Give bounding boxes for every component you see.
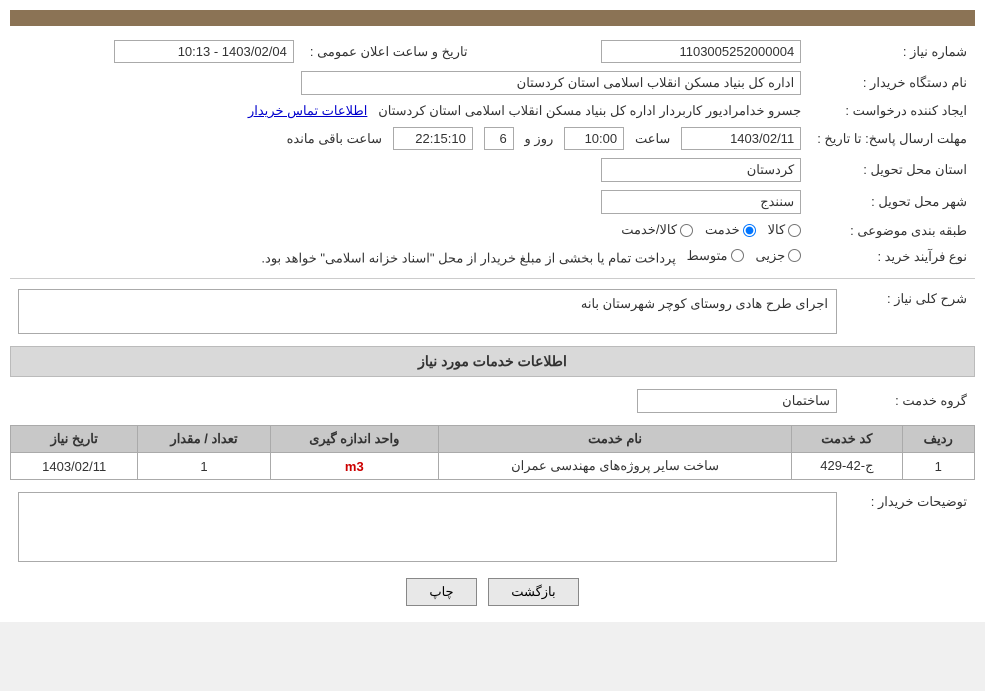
shomara-niaz-box: 1103005252000004 <box>601 40 801 63</box>
nooe-jozi-radio[interactable] <box>788 249 801 262</box>
tabaqe-kala-radio[interactable] <box>788 224 801 237</box>
grooh-khedmat-cell: ساختمان <box>10 385 845 417</box>
tabaqe-khedmat-label: خدمت <box>705 222 740 238</box>
col-vahed: واحد اندازه گیری <box>270 426 438 453</box>
grooh-khedmat-box: ساختمان <box>637 389 837 413</box>
tabaqe-kala-khedmat: کالا/خدمت <box>621 222 693 238</box>
cell-vahed: m3 <box>270 453 438 480</box>
mohlat-roz-box: 6 <box>484 127 514 150</box>
ijad-konande-link[interactable]: اطلاعات تماس خریدار <box>248 103 367 118</box>
grooh-table: گروه خدمت : ساختمان <box>10 385 975 417</box>
tabaqe-kala-khedmat-label: کالا/خدمت <box>621 222 677 238</box>
tarikh-ilan-box: 1403/02/04 - 10:13 <box>114 40 294 63</box>
ostan-cell: کردستان <box>10 154 809 186</box>
main-title <box>10 10 975 26</box>
shahr-box: سنندج <box>601 190 801 214</box>
cell-nam: ساخت سایر پروژه‌های مهندسی عمران <box>438 453 791 480</box>
cell-tarikh: 1403/02/11 <box>11 453 138 480</box>
nooe-motevaset: متوسط <box>687 248 744 264</box>
tabaqe-khedmat: خدمت <box>705 222 756 238</box>
nam-dastgah-box: اداره کل بنیاد مسکن انقلاب اسلامی استان … <box>301 71 801 95</box>
cell-tedad: 1 <box>138 453 270 480</box>
separator-1 <box>10 278 975 279</box>
sharh-cell: اجرای طرح هادی روستای کوچر شهرستان بانه <box>10 285 845 338</box>
nooe-farayand-radio-group: جزیی متوسط <box>687 248 802 264</box>
cell-kod: ج-42-429 <box>792 453 902 480</box>
mohlat-time-box: 10:00 <box>564 127 624 150</box>
sharh-label: شرح کلی نیاز : <box>845 285 975 338</box>
tozihat-cell <box>10 488 845 566</box>
sharh-table: شرح کلی نیاز : اجرای طرح هادی روستای کوچ… <box>10 285 975 338</box>
col-kod: کد خدمت <box>792 426 902 453</box>
nam-dastgah-label: نام دستگاه خریدار : <box>809 67 975 99</box>
mohlat-time-label: ساعت <box>635 131 670 146</box>
nooe-motevaset-label: متوسط <box>687 248 728 264</box>
tabaqe-kala-khedmat-radio[interactable] <box>680 224 693 237</box>
services-section-title: اطلاعات خدمات مورد نیاز <box>10 346 975 377</box>
info-table: شماره نیاز : 1103005252000004 تاریخ و سا… <box>10 36 975 270</box>
tarikh-ilan-cell: 1403/02/04 - 10:13 <box>10 36 302 67</box>
nooe-jozi: جزیی <box>756 248 802 264</box>
page-container: شماره نیاز : 1103005252000004 تاریخ و سا… <box>0 0 985 622</box>
table-row: 1 ج-42-429 ساخت سایر پروژه‌های مهندسی عم… <box>11 453 975 480</box>
nooe-farayand-text: پرداخت تمام یا بخشی از مبلغ خریدار از مح… <box>261 250 675 265</box>
button-row: بازگشت چاپ <box>10 578 975 606</box>
tozihat-box <box>18 492 837 562</box>
nooe-farayand-label: نوع فرآیند خرید : <box>809 244 975 271</box>
tabaqe-cell: کالا خدمت کالا/خدمت <box>10 218 809 244</box>
col-radif: ردیف <box>902 426 974 453</box>
mohlat-roz-label: روز و <box>525 131 554 146</box>
tabaqe-label: طبقه بندی موضوعی : <box>809 218 975 244</box>
ijad-konande-cell: جسرو خدامرادیور کاربردار اداره کل بنیاد … <box>10 99 809 123</box>
col-tarikh: تاریخ نیاز <box>11 426 138 453</box>
back-button[interactable]: بازگشت <box>488 578 578 606</box>
sharh-box: اجرای طرح هادی روستای کوچر شهرستان بانه <box>18 289 837 334</box>
ostan-label: استان محل تحویل : <box>809 154 975 186</box>
tabaqe-kala-label: کالا <box>768 222 786 238</box>
grooh-khedmat-label: گروه خدمت : <box>845 385 975 417</box>
ijad-konande-text: جسرو خدامرادیور کاربردار اداره کل بنیاد … <box>378 103 801 118</box>
nam-dastgah-cell: اداره کل بنیاد مسکن انقلاب اسلامی استان … <box>10 67 809 99</box>
tabaqe-kala: کالا <box>768 222 802 238</box>
mohlat-remaining-label: ساعت باقی مانده <box>287 131 382 146</box>
ijad-konande-label: ایجاد کننده درخواست : <box>809 99 975 123</box>
tabaqe-radio-group: کالا خدمت کالا/خدمت <box>621 222 801 238</box>
mohlat-remaining-box: 22:15:10 <box>393 127 473 150</box>
cell-radif: 1 <box>902 453 974 480</box>
print-button[interactable]: چاپ <box>406 578 476 606</box>
tozihat-label: توضیحات خریدار : <box>845 488 975 566</box>
nooe-jozi-label: جزیی <box>756 248 786 264</box>
mohlat-cell: 1403/02/11 ساعت 10:00 روز و 6 22:15:10 س… <box>10 123 809 154</box>
tarikh-ilan-label: تاریخ و ساعت اعلان عمومی : <box>302 36 488 67</box>
nooe-motevaset-radio[interactable] <box>731 249 744 262</box>
col-nam: نام خدمت <box>438 426 791 453</box>
mohlat-label: مهلت ارسال پاسخ: تا تاریخ : <box>809 123 975 154</box>
shomara-niaz-value: 1103005252000004 <box>488 36 810 67</box>
tozihat-table: توضیحات خریدار : <box>10 488 975 566</box>
tabaqe-khedmat-radio[interactable] <box>743 224 756 237</box>
shahr-cell: سنندج <box>10 186 809 218</box>
shahr-label: شهر محل تحویل : <box>809 186 975 218</box>
nooe-farayand-cell: جزیی متوسط پرداخت تمام یا بخشی از مبلغ خ… <box>10 244 809 271</box>
services-table: ردیف کد خدمت نام خدمت واحد اندازه گیری ت… <box>10 425 975 480</box>
col-tedad: تعداد / مقدار <box>138 426 270 453</box>
ostan-box: کردستان <box>601 158 801 182</box>
shomara-niaz-label: شماره نیاز : <box>809 36 975 67</box>
mohlat-date-box: 1403/02/11 <box>681 127 801 150</box>
